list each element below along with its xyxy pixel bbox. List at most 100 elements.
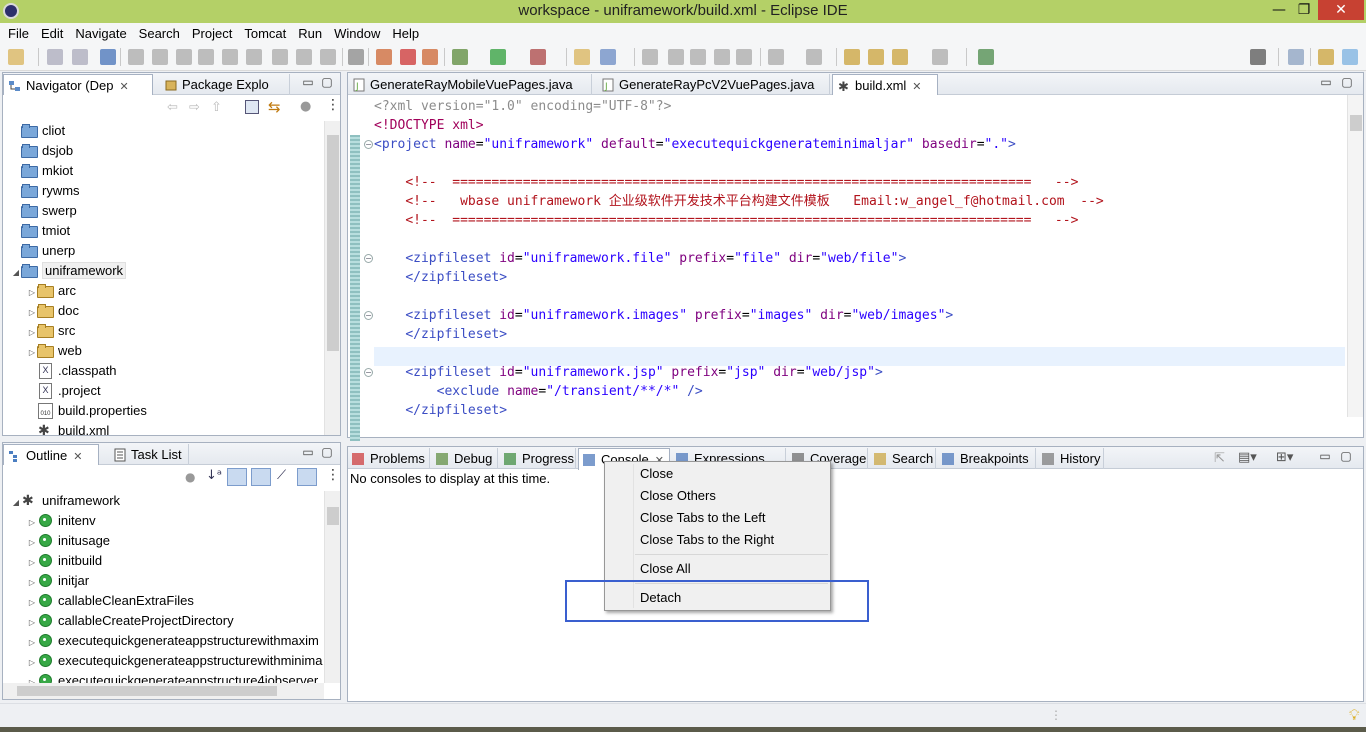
tomcat-start-icon[interactable] <box>376 49 392 65</box>
tree-item[interactable]: ▷ arc <box>27 281 76 301</box>
tree-item[interactable]: cliot <box>11 121 65 141</box>
tree-item[interactable]: swerp <box>11 201 77 221</box>
show-whitespace-icon[interactable] <box>714 49 730 65</box>
code-line[interactable]: <zipfileset id="uniframework.images" pre… <box>374 306 953 325</box>
menu-navigate[interactable]: Navigate <box>69 26 132 41</box>
tree-item[interactable]: unerp <box>11 241 75 261</box>
tree-item[interactable]: dsjob <box>11 141 73 161</box>
use-step-filters-icon[interactable] <box>320 49 336 65</box>
save-all-icon[interactable] <box>72 49 88 65</box>
search-toolbar-icon[interactable] <box>1250 49 1266 65</box>
link-with-editor-icon[interactable] <box>297 468 317 486</box>
collapsed-twistie-icon[interactable]: ▷ <box>27 653 37 673</box>
tab-debug[interactable]: Debug <box>432 448 498 469</box>
close-tab-icon[interactable]: ✕ <box>73 451 82 463</box>
collapsed-twistie-icon[interactable]: ▷ <box>27 673 37 683</box>
more-options-icon[interactable]: ⋮ <box>326 467 340 483</box>
open-task-icon[interactable] <box>600 49 616 65</box>
menu-item-close-all[interactable]: Close All <box>640 558 691 580</box>
code-line[interactable]: </zipfileset> <box>374 325 507 344</box>
code-line[interactable]: <exclude name="/transient/**/*" /> <box>374 382 703 401</box>
collapse-all-icon[interactable] <box>245 100 259 114</box>
filter-icon[interactable]: ● <box>185 470 195 484</box>
open-console-icon[interactable]: ⊞▾ <box>1276 450 1293 465</box>
collapsed-twistie-icon[interactable]: ▷ <box>27 593 37 613</box>
code-line[interactable]: </zipfileset> <box>374 268 507 287</box>
tree-item[interactable]: ▷ web <box>27 341 82 361</box>
maximize-view-icon[interactable]: ▢ <box>321 446 333 458</box>
code-line[interactable]: <project name="uniframework" default="ex… <box>374 135 1016 154</box>
tree-item[interactable]: mkiot <box>11 161 73 181</box>
maximize-editor-icon[interactable]: ▢ <box>1341 76 1353 88</box>
tree-item[interactable]: build.xml <box>27 420 109 435</box>
collapsed-twistie-icon[interactable]: ▷ <box>27 343 37 363</box>
last-edit-icon[interactable] <box>844 49 860 65</box>
minimize-button[interactable]: — <box>1265 0 1293 20</box>
tree-item[interactable]: rywms <box>11 181 80 201</box>
close-tab-icon[interactable]: ✕ <box>119 81 128 93</box>
skip-breakpoints-icon[interactable] <box>128 49 144 65</box>
menu-edit[interactable]: Edit <box>35 26 69 41</box>
terminate-icon[interactable] <box>176 49 192 65</box>
step-into-icon[interactable] <box>222 49 238 65</box>
editor-scrollbar[interactable] <box>1347 95 1363 417</box>
paragraph-icon[interactable] <box>736 49 752 65</box>
tab-outline[interactable]: Outline ✕ <box>3 444 99 466</box>
open-type-icon[interactable] <box>574 49 590 65</box>
code-line[interactable]: <!-- ===================================… <box>374 173 1078 192</box>
hide-imported-elements-icon[interactable] <box>251 468 271 486</box>
disconnect-icon[interactable] <box>198 49 214 65</box>
tab-history[interactable]: History <box>1038 448 1104 469</box>
menu-help[interactable]: Help <box>386 26 425 41</box>
word-wrap-icon[interactable] <box>690 49 706 65</box>
menu-item-close[interactable]: Close <box>640 463 673 485</box>
outline-target-item[interactable]: ▷ callableCreateProjectDirectory <box>27 611 234 631</box>
fold-toggle-icon[interactable]: − <box>364 140 373 149</box>
run-external-icon[interactable] <box>530 49 546 65</box>
collapsed-twistie-icon[interactable]: ▷ <box>27 553 37 573</box>
forward-icon[interactable] <box>932 49 948 65</box>
pin-console-icon[interactable]: ⇱ <box>1214 451 1225 466</box>
expanded-twistie-icon[interactable]: ◢ <box>11 263 21 283</box>
open-perspective-icon[interactable] <box>1288 49 1304 65</box>
expanded-twistie-icon[interactable]: ◢ <box>11 493 21 513</box>
outline-target-item[interactable]: ▷ initusage <box>27 531 110 551</box>
outline-horizontal-scrollbar[interactable] <box>3 683 324 699</box>
code-line[interactable]: <!-- ===================================… <box>374 211 1078 230</box>
close-tab-icon[interactable]: ✕ <box>912 81 921 93</box>
menu-search[interactable]: Search <box>133 26 186 41</box>
outline-target-item[interactable]: ▷ callableCleanExtraFiles <box>27 591 194 611</box>
tab-problems[interactable]: Problems <box>348 448 430 469</box>
maximize-button[interactable]: ❐ <box>1290 0 1318 20</box>
menu-file[interactable]: File <box>2 26 35 41</box>
collapsed-twistie-icon[interactable]: ▷ <box>27 303 37 323</box>
maximize-view-icon[interactable]: ▢ <box>321 76 333 88</box>
drop-to-frame-icon[interactable] <box>296 49 312 65</box>
outline-target-item[interactable]: ▷ initjar <box>27 571 89 591</box>
tomcat-restart-icon[interactable] <box>422 49 438 65</box>
collapsed-twistie-icon[interactable]: ▷ <box>27 633 37 653</box>
code-line[interactable]: <zipfileset id="uniframework.file" prefi… <box>374 249 906 268</box>
maximize-view-icon[interactable]: ▢ <box>1340 450 1352 462</box>
code-line[interactable]: <!DOCTYPE xml> <box>374 116 484 135</box>
toggle-block-icon[interactable] <box>668 49 684 65</box>
save-icon[interactable] <box>47 49 63 65</box>
code-line[interactable]: <!-- wbase uniframework 企业级软件开发技术平台构建文件模… <box>374 192 1103 211</box>
tree-item[interactable]: .classpath <box>27 361 117 381</box>
console-toolbar-icon[interactable] <box>100 49 116 65</box>
tomcat-stop-icon[interactable] <box>400 49 416 65</box>
menu-item-close-tabs-right[interactable]: Close Tabs to the Right <box>640 529 774 551</box>
menu-window[interactable]: Window <box>328 26 386 41</box>
tree-item[interactable]: .project <box>27 381 101 401</box>
minimize-editor-icon[interactable]: ▭ <box>1320 76 1332 88</box>
tab-navigator[interactable]: Navigator (Dep ✕ <box>3 74 153 96</box>
outline-scrollbar[interactable] <box>324 491 340 683</box>
tab-search[interactable]: Search <box>870 448 936 469</box>
menu-item-close-others[interactable]: Close Others <box>640 485 716 507</box>
tab-generateraymobilevuepages[interactable]: J GenerateRayMobileVuePages.java <box>348 74 592 95</box>
code-line[interactable]: </zipfileset> <box>374 401 507 420</box>
fold-toggle-icon[interactable]: − <box>364 368 373 377</box>
next-edit-icon[interactable] <box>868 49 884 65</box>
outline-target-item[interactable]: ▷ initbuild <box>27 551 102 571</box>
suspend-icon[interactable] <box>152 49 168 65</box>
